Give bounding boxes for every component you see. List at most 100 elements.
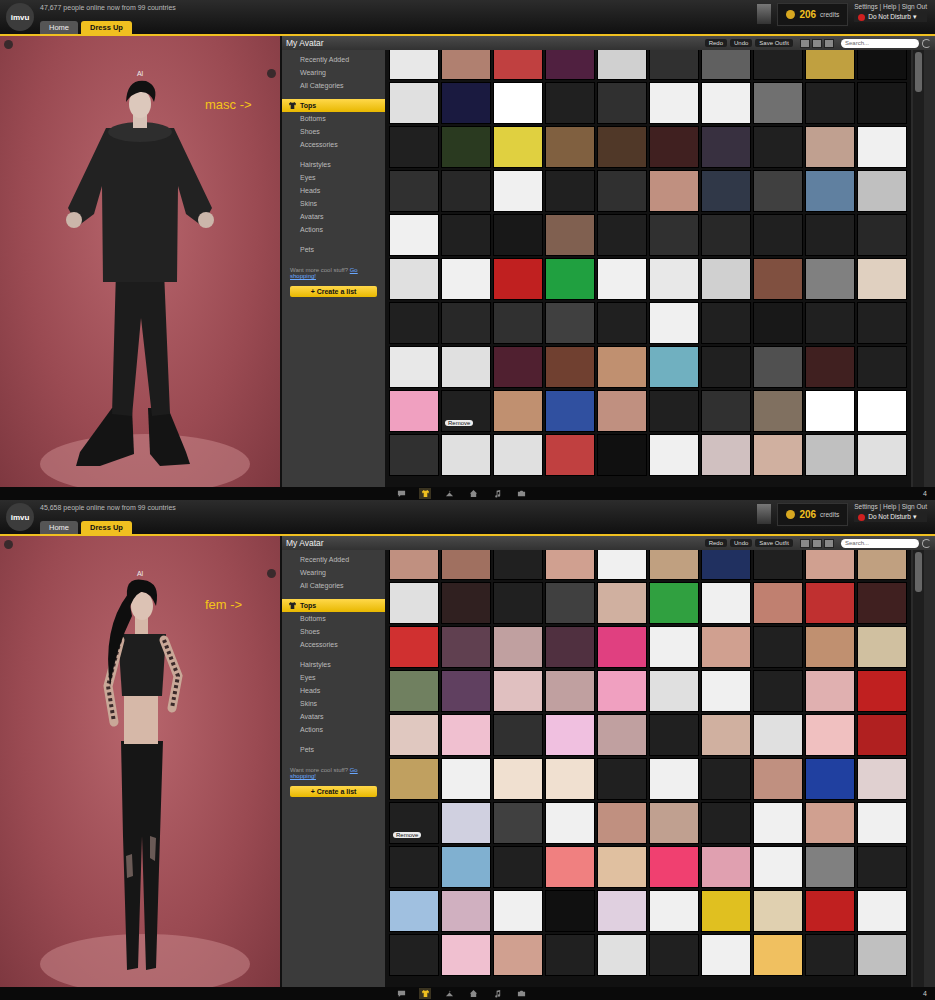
item-thumbnail[interactable] xyxy=(649,582,699,624)
item-thumbnail[interactable] xyxy=(753,626,803,668)
item-thumbnail[interactable] xyxy=(597,50,647,80)
item-thumbnail[interactable] xyxy=(805,302,855,344)
item-thumbnail[interactable] xyxy=(701,258,751,300)
item-thumbnail[interactable] xyxy=(389,846,439,888)
item-thumbnail[interactable] xyxy=(857,626,907,668)
item-thumbnail[interactable] xyxy=(753,302,803,344)
account-links[interactable]: Settings | Help | Sign Out xyxy=(854,3,927,10)
item-thumbnail[interactable] xyxy=(701,802,751,844)
item-thumbnail[interactable] xyxy=(857,434,907,476)
sidebar-item[interactable]: Hairstyles xyxy=(282,158,385,171)
item-thumbnail[interactable] xyxy=(857,258,907,300)
item-thumbnail[interactable] xyxy=(701,670,751,712)
status-dropdown[interactable]: Do Not Disturb ▾ xyxy=(854,12,927,22)
item-thumbnail[interactable] xyxy=(493,214,543,256)
imvu-logo[interactable]: imvu xyxy=(6,3,34,31)
item-thumbnail[interactable] xyxy=(649,802,699,844)
toolbar-button[interactable]: Save Outfit xyxy=(755,539,793,547)
item-thumbnail[interactable] xyxy=(649,550,699,580)
item-thumbnail[interactable] xyxy=(545,670,595,712)
item-thumbnail[interactable] xyxy=(441,346,491,388)
item-thumbnail[interactable] xyxy=(649,670,699,712)
item-thumbnail[interactable] xyxy=(545,890,595,932)
item-thumbnail[interactable] xyxy=(857,802,907,844)
item-thumbnail[interactable] xyxy=(597,170,647,212)
options-button[interactable] xyxy=(267,69,276,78)
item-thumbnail[interactable] xyxy=(545,170,595,212)
item-thumbnail[interactable] xyxy=(493,934,543,976)
item-thumbnail[interactable] xyxy=(805,582,855,624)
item-thumbnail[interactable] xyxy=(493,346,543,388)
item-thumbnail[interactable]: Remove xyxy=(441,390,491,432)
scroll-thumb[interactable] xyxy=(915,552,922,592)
item-thumbnail[interactable] xyxy=(805,170,855,212)
dock-button[interactable] xyxy=(443,988,455,999)
item-thumbnail[interactable] xyxy=(545,802,595,844)
item-thumbnail[interactable] xyxy=(857,126,907,168)
sidebar-item[interactable]: Wearing xyxy=(282,66,385,79)
item-thumbnail[interactable] xyxy=(441,626,491,668)
item-thumbnail[interactable] xyxy=(493,802,543,844)
item-thumbnail[interactable] xyxy=(389,714,439,756)
item-thumbnail[interactable] xyxy=(389,934,439,976)
item-thumbnail[interactable] xyxy=(493,670,543,712)
item-thumbnail[interactable] xyxy=(545,434,595,476)
item-thumbnail[interactable] xyxy=(389,626,439,668)
item-thumbnail[interactable] xyxy=(857,582,907,624)
item-thumbnail[interactable] xyxy=(857,670,907,712)
remove-button[interactable]: Remove xyxy=(445,420,473,426)
item-thumbnail[interactable]: Remove xyxy=(389,802,439,844)
zoom-button[interactable] xyxy=(4,40,13,49)
view-size-icons[interactable] xyxy=(800,39,834,48)
item-thumbnail[interactable] xyxy=(597,758,647,800)
item-thumbnail[interactable] xyxy=(649,126,699,168)
item-thumbnail[interactable] xyxy=(545,714,595,756)
item-thumbnail[interactable] xyxy=(805,714,855,756)
item-thumbnail[interactable] xyxy=(441,214,491,256)
item-thumbnail[interactable] xyxy=(597,670,647,712)
item-thumbnail[interactable] xyxy=(701,82,751,124)
dock-button[interactable] xyxy=(515,988,527,999)
item-thumbnail[interactable] xyxy=(753,802,803,844)
item-thumbnail[interactable] xyxy=(753,714,803,756)
main-tab[interactable]: Home xyxy=(40,21,78,34)
item-thumbnail[interactable] xyxy=(753,846,803,888)
credits-box[interactable]: 206credits xyxy=(777,503,848,526)
item-thumbnail[interactable] xyxy=(545,302,595,344)
zoom-button[interactable] xyxy=(4,540,13,549)
refresh-icon[interactable] xyxy=(922,539,931,548)
sidebar-item[interactable]: Tops xyxy=(282,99,385,112)
item-thumbnail[interactable] xyxy=(701,890,751,932)
shop-link[interactable]: Go shopping! xyxy=(290,767,358,779)
item-thumbnail[interactable] xyxy=(753,582,803,624)
sidebar-item[interactable]: Heads xyxy=(282,184,385,197)
item-thumbnail[interactable] xyxy=(857,170,907,212)
item-thumbnail[interactable] xyxy=(805,82,855,124)
item-thumbnail[interactable] xyxy=(545,846,595,888)
item-thumbnail[interactable] xyxy=(805,434,855,476)
item-thumbnail[interactable] xyxy=(545,214,595,256)
item-thumbnail[interactable] xyxy=(597,934,647,976)
toolbar-button[interactable]: Redo xyxy=(705,539,727,547)
sidebar-item[interactable]: Wearing xyxy=(282,566,385,579)
item-thumbnail[interactable] xyxy=(857,214,907,256)
sidebar-item[interactable]: Tops xyxy=(282,599,385,612)
item-thumbnail[interactable] xyxy=(389,346,439,388)
item-thumbnail[interactable] xyxy=(857,390,907,432)
item-thumbnail[interactable] xyxy=(597,82,647,124)
item-thumbnail[interactable] xyxy=(493,50,543,80)
toolbar-button[interactable]: Undo xyxy=(730,539,752,547)
item-thumbnail[interactable] xyxy=(701,934,751,976)
item-thumbnail[interactable] xyxy=(753,346,803,388)
item-thumbnail[interactable] xyxy=(441,802,491,844)
refresh-icon[interactable] xyxy=(922,39,931,48)
item-thumbnail[interactable] xyxy=(701,758,751,800)
item-thumbnail[interactable] xyxy=(857,846,907,888)
sidebar-item[interactable]: Recently Added xyxy=(282,553,385,566)
remove-button[interactable]: Remove xyxy=(393,832,421,838)
sidebar-item[interactable]: Eyes xyxy=(282,171,385,184)
item-thumbnail[interactable] xyxy=(441,550,491,580)
credits-box[interactable]: 206credits xyxy=(777,3,848,26)
item-thumbnail[interactable] xyxy=(493,758,543,800)
item-thumbnail[interactable] xyxy=(857,934,907,976)
